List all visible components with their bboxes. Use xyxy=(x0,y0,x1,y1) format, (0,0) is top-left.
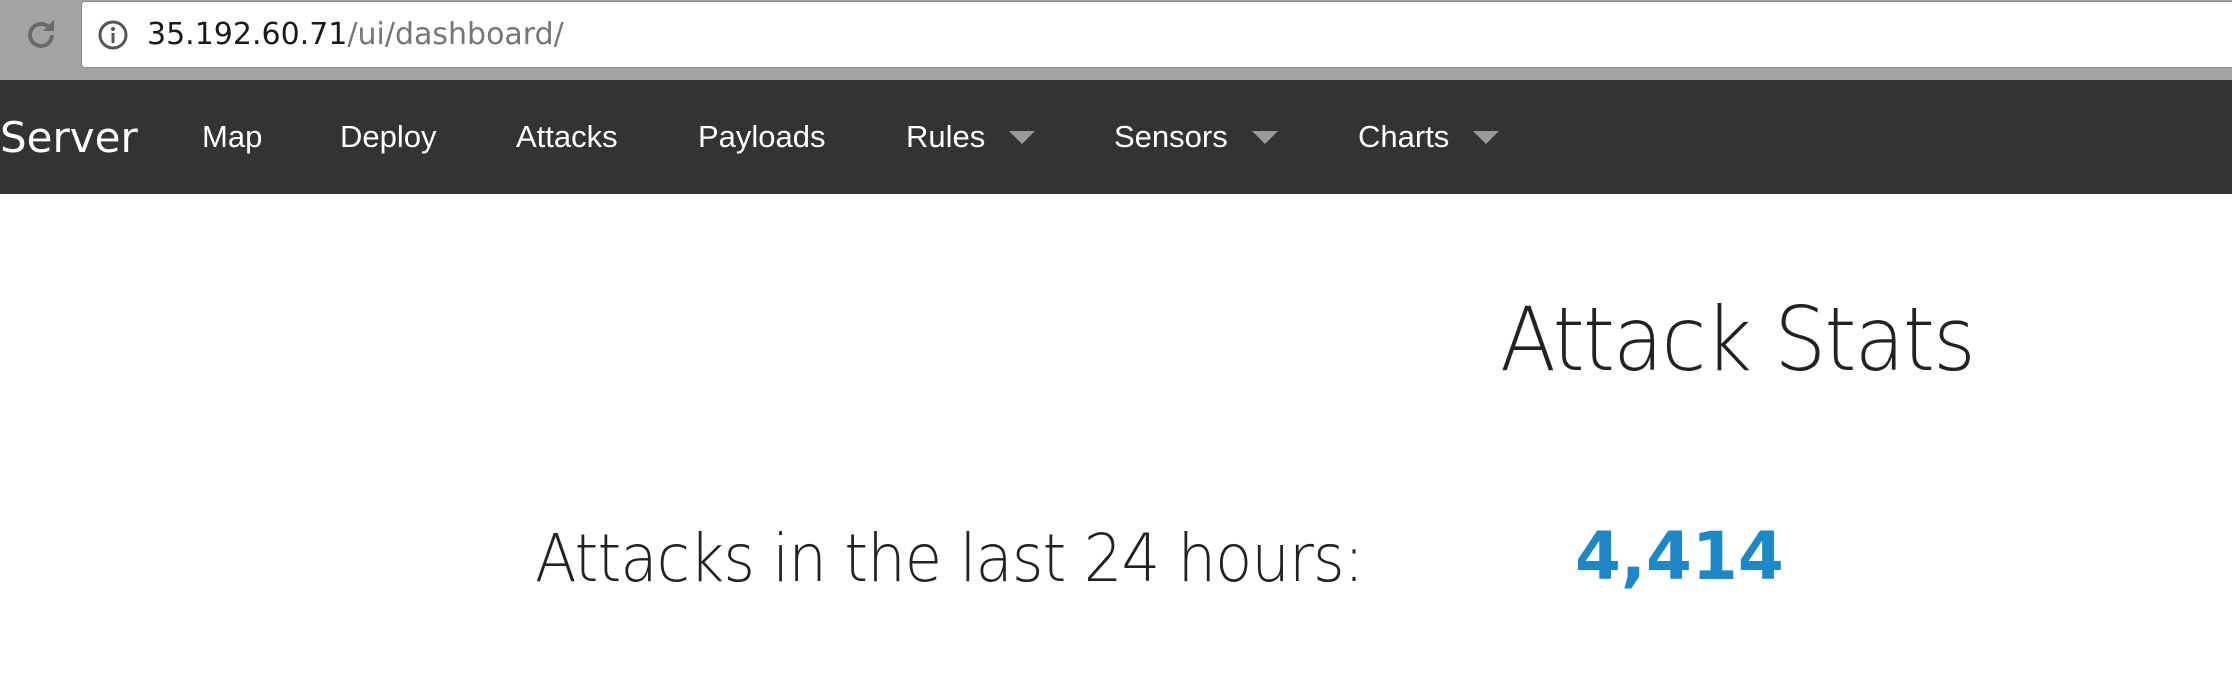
nav-item-rules[interactable]: Rules xyxy=(906,80,1036,194)
nav-item-charts[interactable]: Charts xyxy=(1358,80,1500,194)
brand-link[interactable]: Server xyxy=(0,80,138,194)
nav-item-deploy[interactable]: Deploy xyxy=(340,80,437,194)
nav-item-label: Rules xyxy=(906,119,986,154)
nav-item-sensors[interactable]: Sensors xyxy=(1114,80,1278,194)
page-title: Attack Stats xyxy=(1500,288,1976,391)
nav-item-payloads[interactable]: Payloads xyxy=(698,80,826,194)
chevron-down-icon xyxy=(1009,130,1036,144)
nav-item-map[interactable]: Map xyxy=(202,80,262,194)
url-text: 35.192.60.71/ui/dashboard/ xyxy=(147,17,564,52)
attacks-24h-value: 4,414 xyxy=(1575,518,1784,595)
nav-item-label: Payloads xyxy=(698,119,826,154)
nav-item-attacks[interactable]: Attacks xyxy=(516,80,618,194)
chevron-down-icon xyxy=(1473,130,1500,144)
url-host: 35.192.60.71 xyxy=(147,17,348,52)
nav-item-label: Map xyxy=(202,119,263,154)
top-navbar: Server Map Deploy Attacks Payloads Rules… xyxy=(0,80,2232,194)
info-icon[interactable] xyxy=(97,19,129,51)
reload-icon xyxy=(27,20,54,48)
reload-button[interactable] xyxy=(0,0,81,70)
nav-item-label: Attacks xyxy=(516,119,618,154)
nav-item-label: Sensors xyxy=(1114,119,1228,154)
address-bar[interactable]: 35.192.60.71/ui/dashboard/ xyxy=(81,1,2232,68)
browser-toolbar: 35.192.60.71/ui/dashboard/ xyxy=(0,0,2232,80)
nav-item-label: Deploy xyxy=(340,119,437,154)
nav-item-label: Charts xyxy=(1358,119,1450,154)
chevron-down-icon xyxy=(1251,130,1278,144)
attacks-24h-label: Attacks in the last 24 hours: xyxy=(535,520,1364,597)
url-path: /ui/dashboard/ xyxy=(347,17,564,52)
